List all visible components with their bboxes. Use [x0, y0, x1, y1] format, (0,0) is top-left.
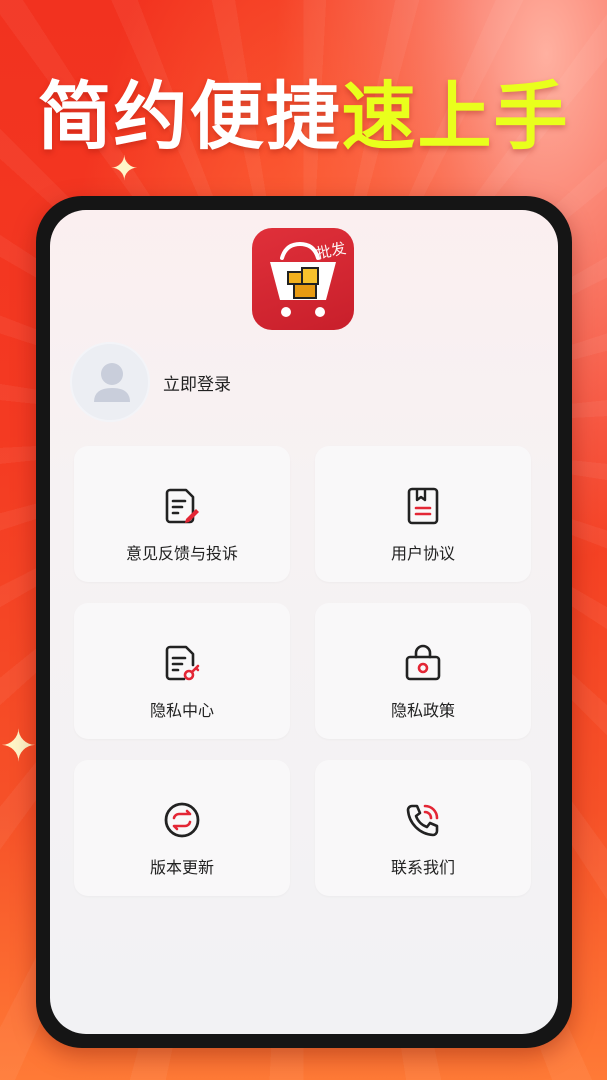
app-logo: 批发 — [252, 228, 354, 330]
user-avatar-icon — [94, 363, 130, 402]
privacy-center-document-key-icon — [165, 645, 200, 681]
contact-phone-icon — [406, 804, 439, 837]
menu-tile-privacy-policy[interactable]: 隐私政策 — [315, 603, 531, 739]
user-agreement-book-icon — [407, 487, 439, 525]
menu-tile-label: 联系我们 — [390, 858, 455, 877]
sparkle-icon: ✦ — [0, 721, 37, 772]
menu-tile-label: 隐私中心 — [149, 701, 214, 720]
app-screen: 批发 立即登录 意见反馈与投诉 用户协议 隐私中心 隐私政策 版本更新 联系我们 — [50, 210, 558, 1034]
sparkle-icon: ✦ — [110, 149, 139, 189]
menu-tile-privacy-center[interactable]: 隐私中心 — [74, 603, 290, 739]
avatar[interactable] — [70, 342, 150, 422]
login-link[interactable]: 立即登录 — [163, 370, 231, 395]
feedback-document-edit-icon — [165, 488, 199, 524]
menu-tile-version-update[interactable]: 版本更新 — [74, 760, 290, 896]
privacy-policy-bag-icon — [405, 644, 441, 681]
promo-headline: 简约便捷速上手 — [0, 72, 607, 162]
menu-tile-contact-us[interactable]: 联系我们 — [315, 760, 531, 896]
menu-tile-label: 意见反馈与投诉 — [125, 544, 238, 563]
login-row[interactable]: 立即登录 — [70, 342, 370, 422]
menu-tile-feedback[interactable]: 意见反馈与投诉 — [74, 446, 290, 582]
menu-tile-label: 隐私政策 — [390, 701, 455, 720]
menu-tile-user-agreement[interactable]: 用户协议 — [315, 446, 531, 582]
headline-yellow-text: 速上手 — [341, 74, 570, 160]
version-update-refresh-icon — [164, 802, 200, 838]
headline-white-text: 简约便捷 — [37, 74, 342, 160]
menu-tile-label: 用户协议 — [390, 544, 455, 563]
menu-tile-label: 版本更新 — [149, 858, 214, 877]
